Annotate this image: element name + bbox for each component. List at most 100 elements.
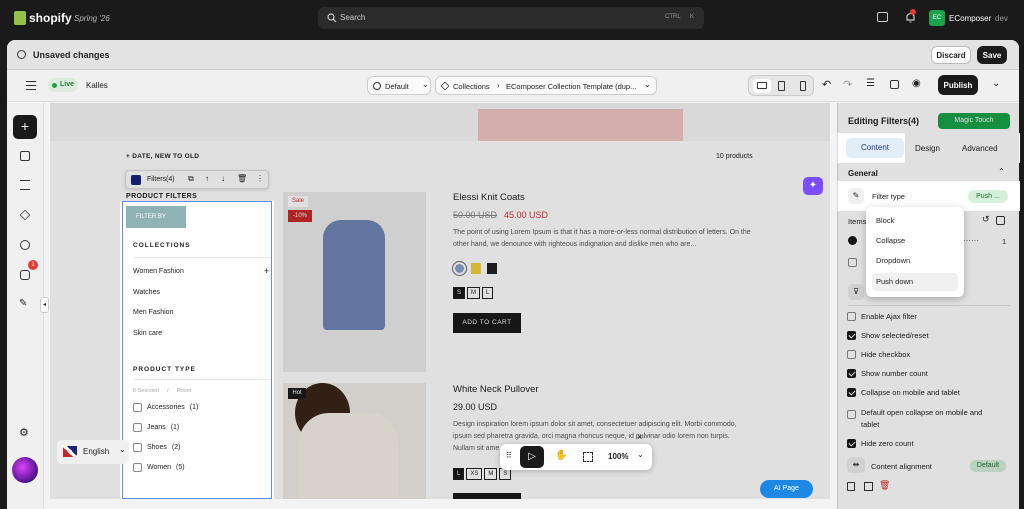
- device-switcher: [748, 75, 814, 96]
- pencil-icon: ✎: [848, 188, 864, 204]
- publish-button[interactable]: Publish: [938, 75, 978, 95]
- live-label: Live: [60, 81, 75, 88]
- shortcut-key: K: [690, 14, 695, 20]
- option-push-down[interactable]: Push down: [872, 273, 958, 291]
- type-jeans[interactable]: Jeans (1): [133, 423, 179, 432]
- type-name: Accessories: [147, 404, 185, 411]
- ai-sparkle-icon[interactable]: ✦: [803, 177, 823, 195]
- selected-separator: /: [167, 388, 169, 394]
- preview-eye-icon[interactable]: ◉: [912, 78, 921, 89]
- collection-watches[interactable]: Watches: [133, 289, 160, 296]
- live-dot: [52, 83, 57, 88]
- pointer-icon[interactable]: ▷: [520, 446, 544, 468]
- menu-icon[interactable]: [26, 81, 36, 90]
- layers-icon[interactable]: [19, 209, 31, 221]
- shopify-topbar: shopify Spring '26 Search CTRL K EC ECom…: [0, 0, 1024, 37]
- chevron-down-icon: ⌄: [422, 80, 429, 89]
- option-collapse[interactable]: Collapse: [872, 232, 958, 250]
- app-name[interactable]: EComposer: [949, 14, 991, 23]
- divider: [133, 257, 271, 258]
- store-icon[interactable]: [877, 12, 888, 22]
- checkbox[interactable]: [133, 423, 142, 432]
- dim-overlay: [905, 133, 1019, 163]
- collection-women-fashion[interactable]: Women Fashion: [133, 268, 184, 275]
- collections-heading: COLLECTIONS: [133, 242, 191, 249]
- tab-content[interactable]: Content: [846, 138, 904, 158]
- type-count: (2): [171, 444, 181, 451]
- assistant-avatar[interactable]: [12, 457, 38, 483]
- discard-button[interactable]: Discard: [931, 46, 971, 64]
- undo-icon[interactable]: ↶: [822, 78, 831, 91]
- type-name: Women: [147, 464, 171, 471]
- mobile-icon[interactable]: [800, 81, 806, 91]
- inspect-icon[interactable]: [890, 80, 899, 89]
- globe-icon: [373, 82, 381, 90]
- more-chevron-icon[interactable]: ⌄: [992, 78, 1000, 89]
- editor-toolbar: Live Kalles Default ⌄ Collections › ECom…: [7, 70, 1019, 102]
- type-women[interactable]: Women (5): [133, 463, 185, 472]
- checkbox[interactable]: [133, 463, 142, 472]
- language-label: English: [83, 447, 110, 456]
- settings-sliders-icon[interactable]: ☰: [866, 78, 875, 89]
- default-select[interactable]: Default ⌄: [367, 76, 431, 95]
- dim-overlay: [837, 163, 1019, 181]
- ai-page-label: AI Page: [774, 485, 799, 492]
- collection-men-fashion[interactable]: Men Fashion: [133, 309, 173, 316]
- filter-by-tab[interactable]: FILTER BY: [126, 206, 186, 228]
- tablet-icon[interactable]: [778, 81, 785, 91]
- history-icon[interactable]: [20, 240, 30, 250]
- type-count: (1): [170, 424, 180, 431]
- selected-count: 0 Selected: [133, 388, 159, 394]
- dim-overlay: [274, 103, 830, 499]
- layout-icon[interactable]: [20, 180, 30, 190]
- comments-count-badge: 1: [28, 260, 38, 270]
- type-shoes[interactable]: Shoes (2): [133, 443, 180, 452]
- filter-type-select[interactable]: Push ...: [968, 190, 1008, 203]
- fit-screen-icon[interactable]: [583, 452, 593, 462]
- breadcrumb-collections[interactable]: Collections: [453, 82, 490, 91]
- language-selector[interactable]: English ⌄: [57, 440, 129, 464]
- desktop-icon[interactable]: [753, 79, 771, 93]
- search-input[interactable]: Search CTRL K: [318, 7, 704, 29]
- chevron-down-icon[interactable]: ⌄: [637, 450, 644, 459]
- redo-icon[interactable]: ↷: [843, 78, 852, 91]
- filter-type-dropdown: Block Collapse Dropdown Push down: [866, 207, 964, 297]
- checkbox[interactable]: [133, 443, 142, 452]
- type-count: (1): [189, 404, 199, 411]
- type-name: Shoes: [147, 444, 167, 451]
- edition-label: Spring '26: [74, 14, 110, 23]
- brand-name[interactable]: shopify: [29, 11, 72, 25]
- breadcrumb-template[interactable]: EComposer Collection Template (dup...: [506, 82, 636, 91]
- brush-icon[interactable]: ✎: [19, 298, 27, 309]
- template-breadcrumb[interactable]: Collections › EComposer Collection Templ…: [435, 76, 657, 95]
- app-avatar[interactable]: EC: [929, 10, 945, 26]
- drag-handle-icon[interactable]: ⠿: [506, 451, 512, 460]
- settings-gear-icon[interactable]: ⚙: [19, 426, 29, 439]
- dim-overlay: [120, 103, 274, 201]
- hand-icon[interactable]: ✋: [555, 450, 567, 461]
- chevron-down-icon: ⌄: [644, 80, 651, 89]
- divider: [133, 379, 271, 380]
- zoom-level[interactable]: 100%: [608, 452, 628, 461]
- checkbox[interactable]: [133, 403, 142, 412]
- option-block[interactable]: Block: [872, 212, 958, 230]
- comments-icon[interactable]: [20, 270, 30, 280]
- add-element-button[interactable]: +: [13, 115, 37, 139]
- save-button[interactable]: Save: [977, 46, 1007, 64]
- ai-page-button[interactable]: AI Page: [760, 480, 813, 498]
- shopify-logo-icon[interactable]: [14, 11, 26, 25]
- close-icon[interactable]: ×: [637, 432, 642, 442]
- collapse-rail-handle[interactable]: ◂: [40, 297, 49, 313]
- product-type-heading: PRODUCT TYPE: [133, 366, 196, 373]
- filters-block[interactable]: FILTER BY COLLECTIONS Women Fashion + Wa…: [122, 201, 272, 499]
- type-name: Jeans: [147, 424, 166, 431]
- reset-link[interactable]: Reset: [177, 388, 191, 394]
- uk-flag-icon: [63, 446, 77, 457]
- collection-skin-care[interactable]: Skin care: [133, 330, 162, 337]
- expand-plus-icon[interactable]: +: [264, 266, 269, 276]
- type-accessories[interactable]: Accessories (1): [133, 403, 198, 412]
- dim-overlay: [837, 103, 1019, 133]
- option-dropdown[interactable]: Dropdown: [872, 252, 958, 270]
- save-bar: Unsaved changes Discard Save: [7, 40, 1019, 70]
- sections-icon[interactable]: [20, 151, 30, 161]
